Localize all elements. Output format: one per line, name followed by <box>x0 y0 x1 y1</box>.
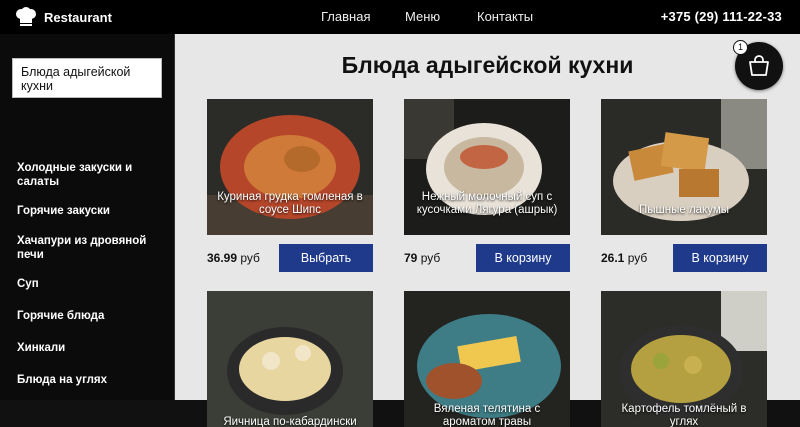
dish-photo: Куриная грудка томленая в соусе Шипс <box>207 99 373 235</box>
nav-home[interactable]: Главная <box>321 9 370 24</box>
dish-photo: Нежный молочный суп с кусочками Лягура (… <box>404 99 570 235</box>
dish-name: Пышные лакумы <box>638 204 730 216</box>
page-title: Блюда адыгейской кухни <box>341 52 634 78</box>
current-category[interactable]: Блюда адыгейской кухни <box>12 58 162 98</box>
main-content: Блюда адыгейской кухни 1 Куриная грудка … <box>175 34 800 427</box>
dish-name: Яичница по-кабардински <box>223 416 357 427</box>
add-to-cart-button[interactable]: В корзину <box>476 244 570 272</box>
sidebar-item-khachapuri[interactable]: Хачапури из дровяной печи <box>17 234 167 262</box>
sidebar-item-hot-appetizers[interactable]: Горячие закуски <box>17 204 167 218</box>
dish-name: Картофель томлёный в углях <box>621 403 747 427</box>
category-sidebar: Блюда адыгейской кухни Холодные закуски … <box>0 34 175 400</box>
sidebar-item-cold-appetizers[interactable]: Холодные закуски и салаты <box>17 161 167 189</box>
price: 36.99 руб <box>207 251 260 265</box>
dish-photo: Вяленая телятина с ароматом травы <box>404 291 570 427</box>
product-card[interactable]: Пышные лакумы 26.1 руб В корзину <box>601 99 767 272</box>
product-card[interactable]: Вяленая телятина с ароматом травы <box>404 291 570 427</box>
sidebar-item-khinkali[interactable]: Хинкали <box>17 341 167 355</box>
logo[interactable]: Restaurant <box>14 7 112 27</box>
sidebar-item-grill[interactable]: Блюда на углях <box>17 373 167 387</box>
sidebar-item-hot-dishes[interactable]: Горячие блюда <box>17 309 167 323</box>
logo-text: Restaurant <box>44 9 112 25</box>
chef-hat-icon <box>16 7 36 26</box>
top-bar: Restaurant Главная Меню Контакты +375 (2… <box>0 0 800 34</box>
price: 26.1 руб <box>601 251 648 265</box>
price: 79 руб <box>404 251 441 265</box>
add-to-cart-button[interactable]: В корзину <box>673 244 767 272</box>
dish-photo: Пышные лакумы <box>601 99 767 235</box>
product-card[interactable]: Нежный молочный суп с кусочками Лягура (… <box>404 99 570 272</box>
phone-number[interactable]: +375 (29) 111-22-33 <box>661 9 782 24</box>
cart-button[interactable]: 1 <box>733 40 783 90</box>
dish-name: Куриная грудка томленая в соусе Шипс <box>217 191 363 216</box>
product-card[interactable]: Яичница по-кабардински <box>207 291 373 427</box>
cart-count-badge: 1 <box>733 40 748 55</box>
nav-contacts[interactable]: Контакты <box>477 9 533 24</box>
shopping-bag-icon <box>749 55 769 76</box>
sidebar-item-soup[interactable]: Суп <box>17 277 167 291</box>
dish-name: Вяленая телятина с ароматом травы <box>433 403 541 427</box>
dish-photo: Яичница по-кабардински <box>207 291 373 427</box>
dish-name: Нежный молочный суп с кусочками Лягура (… <box>416 191 558 216</box>
nav-menu[interactable]: Меню <box>405 9 440 24</box>
product-card[interactable]: Куриная грудка томленая в соусе Шипс 36.… <box>207 99 373 272</box>
select-button[interactable]: Выбрать <box>279 244 373 272</box>
dish-photo: Картофель томлёный в углях <box>601 291 767 427</box>
product-card[interactable]: Картофель томлёный в углях <box>601 291 767 427</box>
